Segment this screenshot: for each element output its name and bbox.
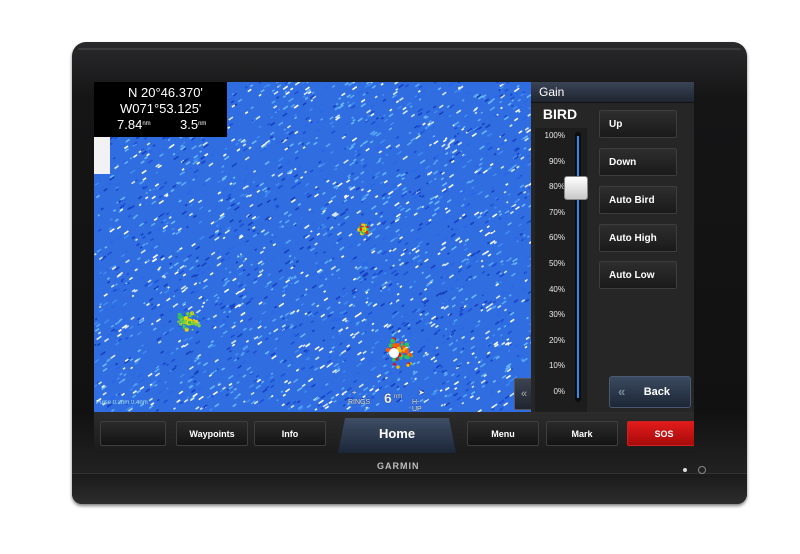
clutter-area xyxy=(177,311,201,332)
gain-tick-label: 20% xyxy=(548,335,565,345)
bird-target-small xyxy=(357,223,370,236)
rings-icon[interactable]: ⌖ xyxy=(352,388,357,398)
back-button[interactable]: « Back xyxy=(609,376,691,408)
auto-high-button[interactable]: Auto High xyxy=(599,224,677,252)
orientation-label[interactable]: H-UP xyxy=(412,399,422,412)
blank-button[interactable] xyxy=(100,421,166,446)
back-label: Back xyxy=(643,386,670,398)
mark-button[interactable]: Mark xyxy=(546,421,618,446)
rings-label[interactable]: RINGS xyxy=(348,399,370,406)
sos-button[interactable]: SOS xyxy=(627,421,694,446)
distance-left-value: 7.84 xyxy=(117,117,143,132)
gain-tick-label: 40% xyxy=(548,284,565,294)
gain-tick-label: 90% xyxy=(548,156,565,166)
waypoints-button[interactable]: Waypoints xyxy=(176,421,248,446)
menu-button[interactable]: Menu xyxy=(467,421,539,446)
home-button[interactable]: Home xyxy=(338,418,456,453)
auto-low-button[interactable]: Auto Low xyxy=(599,261,677,289)
power-button-icon[interactable] xyxy=(698,466,706,474)
gain-title: Gain xyxy=(531,82,694,103)
distance-right-value: 3.5 xyxy=(180,117,199,132)
gain-tick-label: 70% xyxy=(548,207,565,217)
latitude: N 20°46.370' xyxy=(128,85,203,100)
radar-edge-corner xyxy=(94,134,110,174)
gain-tick-label: 30% xyxy=(548,310,565,320)
gain-panel: Gain BIRD 100% 90% 80% 70% 60% 50% 40% 30% 20% 10… xyxy=(531,82,694,412)
distance-left: 7.84nm xyxy=(117,117,151,133)
position-box: N 20°46.370' W071°53.125' 7.84nm 3.5nm xyxy=(94,82,227,137)
bezel-bottom xyxy=(72,473,747,504)
display-screen: N 20°46.370' W071°53.125' 7.84nm 3.5nm P… xyxy=(94,82,694,453)
range-value[interactable]: 6 xyxy=(384,390,392,406)
back-chevron-icon: « xyxy=(618,384,626,399)
info-button[interactable]: Info xyxy=(254,421,326,446)
slider-track[interactable] xyxy=(575,132,581,402)
gain-tick-label: 80% xyxy=(548,182,565,192)
slider-thumb[interactable] xyxy=(564,176,588,201)
distance-right: 3.5nm xyxy=(180,117,206,133)
gain-tick-label: 10% xyxy=(548,361,565,371)
distance-left-unit: nm xyxy=(142,121,151,127)
status-led xyxy=(683,468,687,472)
device-top-edge xyxy=(78,48,741,50)
up-button[interactable]: Up xyxy=(599,110,677,138)
auto-bird-button[interactable]: Auto Bird xyxy=(599,186,677,214)
gain-mode: BIRD xyxy=(542,106,578,122)
gain-tick-label: 60% xyxy=(548,233,565,243)
longitude: W071°53.125' xyxy=(120,101,202,116)
down-button[interactable]: Down xyxy=(599,148,677,176)
scale-readout: Pulse 0.2nm 0.4nm xyxy=(96,400,148,406)
bottom-toolbar: Waypoints Info Home Menu Mark SOS xyxy=(94,412,694,453)
gain-tick-label: 50% xyxy=(548,259,565,268)
gain-tick-label: 100% xyxy=(544,131,565,140)
vessel-position-marker xyxy=(389,348,399,358)
distance-right-unit: nm xyxy=(198,121,207,127)
radar-view[interactable]: N 20°46.370' W071°53.125' 7.84nm 3.5nm P… xyxy=(94,82,531,412)
heading-icon[interactable]: ➤ xyxy=(418,388,425,397)
range-unit: nm xyxy=(394,394,403,400)
garmin-logo: GARMIN xyxy=(377,461,420,471)
gain-slider[interactable]: 100% 90% 80% 70% 60% 50% 40% 30% 20% 10% 0% xyxy=(535,128,588,412)
gain-tick-label: 0% xyxy=(553,387,565,396)
